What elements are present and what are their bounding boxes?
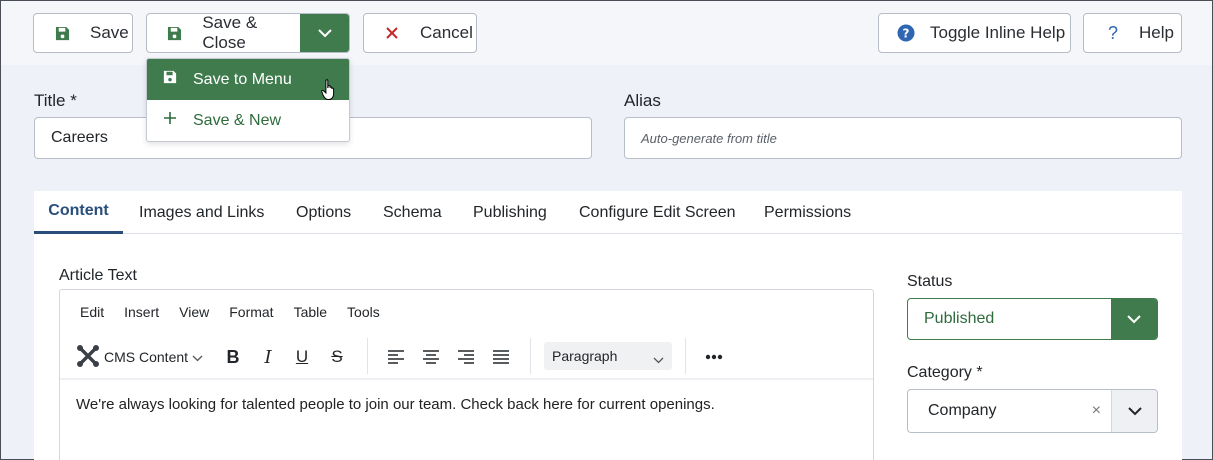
help-button-label: Help bbox=[1139, 23, 1174, 42]
title-input-value: Careers bbox=[51, 129, 108, 146]
clear-icon[interactable]: × bbox=[1092, 402, 1101, 420]
menu-format[interactable]: Format bbox=[229, 304, 273, 320]
save-to-menu-label: Save to Menu bbox=[193, 70, 292, 88]
toolbar-divider bbox=[367, 338, 368, 374]
save-button[interactable]: Save bbox=[33, 13, 133, 53]
category-label: Category * bbox=[907, 364, 983, 381]
alias-label: Alias bbox=[624, 91, 661, 110]
category-select[interactable]: Company × bbox=[907, 389, 1158, 433]
question-circle-icon: ? bbox=[896, 23, 916, 43]
alias-placeholder: Auto-generate from title bbox=[641, 130, 777, 146]
floppy-disk-icon bbox=[163, 70, 177, 89]
cms-content-button[interactable]: CMS Content bbox=[76, 342, 203, 372]
chevron-down-icon bbox=[317, 28, 332, 37]
more-options-icon[interactable] bbox=[705, 342, 723, 372]
cms-content-label: CMS Content bbox=[104, 349, 189, 365]
floppy-disk-icon bbox=[52, 23, 72, 43]
article-text-label: Article Text bbox=[59, 267, 137, 284]
menu-insert[interactable]: Insert bbox=[124, 304, 159, 320]
status-dropdown-toggle[interactable] bbox=[1111, 299, 1157, 339]
help-button[interactable]: ? Help bbox=[1083, 13, 1182, 53]
underline-icon[interactable]: U bbox=[293, 342, 311, 372]
floppy-disk-icon bbox=[165, 23, 184, 43]
status-value: Published bbox=[924, 310, 995, 327]
save-button-label: Save bbox=[90, 23, 129, 42]
align-center-icon[interactable] bbox=[423, 342, 439, 372]
align-left-icon[interactable] bbox=[388, 342, 404, 372]
toolbar-shadow bbox=[60, 378, 873, 380]
category-dropdown-toggle[interactable] bbox=[1111, 390, 1157, 432]
bold-icon[interactable]: B bbox=[224, 342, 242, 372]
align-right-icon[interactable] bbox=[458, 342, 474, 372]
status-label: Status bbox=[907, 273, 953, 290]
rich-text-editor: Edit Insert View Format Table Tools CMS … bbox=[59, 289, 874, 460]
toggle-inline-help-button[interactable]: ? Toggle Inline Help bbox=[878, 13, 1071, 53]
cancel-button[interactable]: Cancel bbox=[363, 13, 477, 53]
toolbar: Save Save & Close Cancel ? Toggle Inline… bbox=[1, 1, 1212, 65]
save-close-label: Save & Close bbox=[202, 13, 258, 52]
svg-text:?: ? bbox=[903, 27, 910, 41]
editor-menubar: Edit Insert View Format Table Tools bbox=[80, 304, 400, 320]
tab-images-and-links[interactable]: Images and Links bbox=[139, 191, 264, 234]
save-to-menu-item[interactable]: Save to Menu bbox=[147, 59, 349, 100]
tab-bar: Content Images and Links Options Schema … bbox=[34, 191, 1182, 234]
chevron-down-icon bbox=[653, 351, 664, 367]
tab-options[interactable]: Options bbox=[296, 191, 351, 234]
block-format-value: Paragraph bbox=[552, 348, 618, 364]
save-and-new-item[interactable]: Save & New bbox=[147, 100, 349, 141]
block-format-select[interactable]: Paragraph bbox=[544, 342, 672, 370]
close-icon bbox=[382, 23, 402, 43]
strikethrough-icon[interactable]: S bbox=[328, 342, 346, 372]
align-justify-icon[interactable] bbox=[493, 342, 509, 372]
tab-schema[interactable]: Schema bbox=[383, 191, 442, 234]
article-edit-card: Content Images and Links Options Schema … bbox=[34, 191, 1182, 460]
tab-permissions[interactable]: Permissions bbox=[764, 191, 851, 234]
save-close-button[interactable]: Save & Close bbox=[147, 14, 302, 52]
tab-configure-edit-screen[interactable]: Configure Edit Screen bbox=[579, 191, 736, 234]
menu-view[interactable]: View bbox=[179, 304, 209, 320]
editor-body-text[interactable]: We're always looking for talented people… bbox=[76, 396, 715, 413]
menu-table[interactable]: Table bbox=[294, 304, 327, 320]
toolbar-divider bbox=[530, 338, 531, 374]
joomla-logo-icon bbox=[76, 344, 100, 371]
save-dropdown-menu: Save to Menu Save & New bbox=[146, 58, 350, 142]
chevron-down-icon bbox=[1127, 406, 1142, 415]
title-label: Title * bbox=[34, 91, 77, 110]
status-select[interactable]: Published bbox=[907, 298, 1158, 340]
category-value: Company bbox=[928, 402, 997, 419]
hand-cursor-icon bbox=[321, 79, 337, 106]
chevron-down-icon bbox=[192, 349, 203, 365]
menu-edit[interactable]: Edit bbox=[80, 304, 104, 320]
save-options-toggle[interactable] bbox=[300, 14, 349, 52]
chevron-down-icon bbox=[1127, 314, 1141, 323]
italic-icon[interactable]: I bbox=[259, 342, 277, 372]
tab-publishing[interactable]: Publishing bbox=[473, 191, 547, 234]
save-and-new-label: Save & New bbox=[193, 111, 282, 129]
toggle-inline-help-label: Toggle Inline Help bbox=[930, 23, 1066, 42]
cancel-button-label: Cancel bbox=[420, 23, 473, 42]
toolbar-divider bbox=[685, 338, 686, 374]
tab-content[interactable]: Content bbox=[34, 191, 123, 234]
plus-icon bbox=[163, 111, 177, 130]
question-icon: ? bbox=[1107, 22, 1118, 43]
save-close-button-group: Save & Close bbox=[146, 13, 350, 53]
alias-input[interactable]: Auto-generate from title bbox=[624, 117, 1182, 159]
menu-tools[interactable]: Tools bbox=[347, 304, 380, 320]
